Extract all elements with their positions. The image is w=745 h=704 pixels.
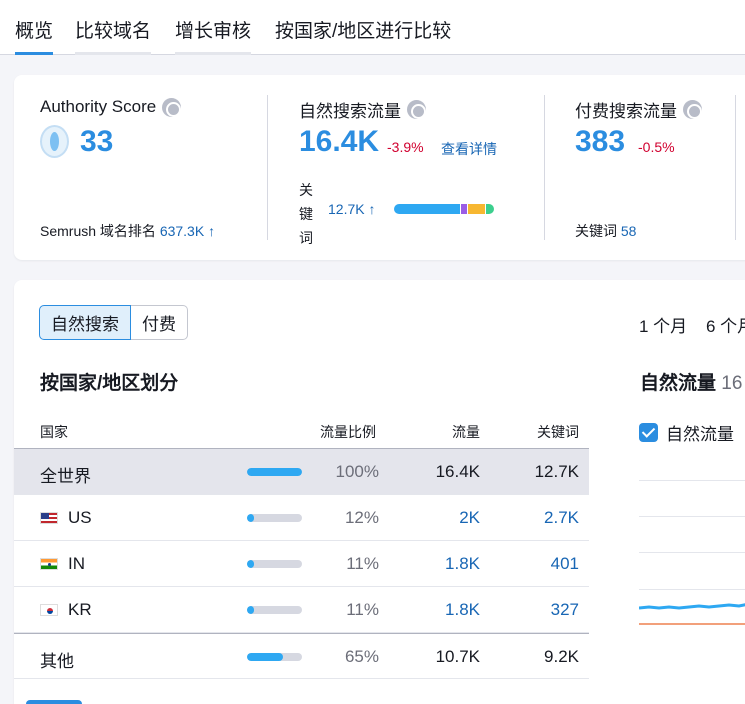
table-row[interactable]: IN 11% 1.8K 401 [14, 541, 589, 587]
table-header: 国家 流量比例 流量 关键词 [14, 410, 589, 449]
paid-traffic-label: 付费搜索流量 [575, 97, 702, 122]
keyword-distribution-segment [394, 204, 460, 214]
keyword-distribution-bar[interactable] [394, 204, 494, 214]
traffic-value[interactable]: 1.8K [445, 554, 480, 574]
chart-title: 自然流量 16 [640, 373, 743, 394]
semrush-rank-value[interactable]: 637.3K ↑ [160, 223, 215, 239]
traffic-value[interactable]: 1.8K [445, 600, 480, 620]
country-name: IN [40, 554, 85, 574]
share-bar [247, 560, 302, 568]
legend-label: 自然流量 [666, 425, 734, 444]
table-row[interactable]: 其他 65% 10.7K 9.2K [14, 633, 589, 679]
grid-line [639, 480, 745, 481]
share-percent: 11% [346, 554, 379, 573]
flag-us-icon [40, 512, 58, 524]
paid-keywords: 关键词 58 [575, 223, 637, 239]
share-bar-fill [247, 560, 254, 568]
table-row[interactable]: KR 11% 1.8K 327 [14, 587, 589, 633]
globe-icon[interactable] [407, 100, 426, 119]
organic-toggle-button[interactable]: 自然搜索 [39, 305, 131, 340]
share-bar [247, 653, 302, 661]
tab-compare-by-country[interactable]: 按国家/地区进行比较 [275, 16, 451, 55]
share-bar [247, 606, 302, 614]
country-name: 其他 [40, 647, 74, 672]
organic-keywords-value[interactable]: 12.7K ↑ [328, 201, 375, 217]
col-keywords: 关键词 [537, 424, 579, 440]
keyword-distribution-segment [467, 204, 486, 214]
country-name: US [40, 508, 92, 528]
keywords-value[interactable]: 401 [551, 554, 579, 574]
share-percent: 11% [346, 600, 379, 619]
traffic-value: 10.7K [435, 647, 480, 666]
flag-kr-icon [40, 604, 58, 616]
grid-line [639, 516, 745, 517]
share-bar [247, 514, 302, 522]
share-bar-fill [247, 606, 254, 614]
country-name: 全世界 [40, 462, 91, 487]
flag-in-icon [40, 558, 58, 570]
traffic-by-country-card: 自然搜索 付费 1 个月 6 个月 按国家/地区划分 自然流量 16 国家 流量… [14, 280, 745, 704]
share-bar [247, 468, 302, 476]
country-name: KR [40, 600, 92, 620]
share-bar-fill [247, 514, 254, 522]
grid-line [639, 552, 745, 553]
section-title: 按国家/地区划分 [40, 373, 179, 394]
country-label: 全世界 [40, 467, 91, 486]
view-details-link[interactable]: 查看详情 [441, 139, 497, 159]
semrush-rank: Semrush 域名排名 637.3K ↑ [40, 223, 216, 239]
tab-growth-report[interactable]: 增长审核 [175, 16, 252, 55]
table-row[interactable]: US 12% 2K 2.7K [14, 495, 589, 541]
authority-score-icon [40, 125, 69, 158]
keywords-value: 9.2K [544, 647, 579, 666]
country-label: 其他 [40, 652, 74, 671]
col-share: 流量比例 [320, 424, 376, 440]
organic-keywords-label: 关键词 [299, 182, 313, 246]
paid-toggle-button[interactable]: 付费 [131, 305, 188, 340]
organic-traffic-line [639, 603, 745, 610]
organic-traffic-chart[interactable] [639, 590, 745, 630]
country-label: IN [68, 554, 85, 573]
authority-score-label: Authority Score [40, 97, 182, 117]
keywords-value[interactable]: 327 [551, 600, 579, 620]
table-row[interactable]: 全世界 100% 16.4K 12.7K [14, 449, 589, 495]
divider [735, 95, 736, 240]
chart-legend[interactable]: 自然流量 [639, 420, 734, 445]
share-bar-fill [247, 468, 302, 476]
share-percent: 65% [344, 647, 379, 666]
tab-compare-domains[interactable]: 比较域名 [75, 16, 152, 55]
country-label: KR [68, 600, 92, 619]
globe-icon[interactable] [683, 100, 702, 119]
period-1-month[interactable]: 1 个月 [639, 312, 687, 337]
tab-bar: 概览 比较域名 增长审核 按国家/地区进行比较 [0, 0, 745, 55]
tab-overview[interactable]: 概览 [15, 16, 54, 55]
country-label: US [68, 508, 92, 527]
divider [544, 95, 545, 240]
period-6-months[interactable]: 6 个月 [706, 312, 745, 337]
paid-traffic-value[interactable]: 383 [575, 125, 625, 159]
country-table: 国家 流量比例 流量 关键词 全世界 100% 16.4K 12.7K US 12% 2K 2… [14, 410, 589, 679]
checkbox-checked-icon[interactable] [639, 423, 658, 442]
keywords-value: 12.7K [534, 462, 579, 481]
view-full-report-button[interactable] [26, 700, 82, 704]
share-percent: 100% [335, 462, 379, 481]
organic-traffic-value[interactable]: 16.4K [299, 125, 379, 159]
authority-score-value[interactable]: 33 [80, 125, 113, 159]
paid-traffic-delta: -0.5% [638, 139, 675, 155]
share-percent: 12% [344, 508, 379, 527]
keyword-distribution-segment [460, 204, 467, 214]
globe-icon[interactable] [162, 97, 182, 117]
share-bar-fill [247, 653, 283, 661]
divider [267, 95, 268, 240]
keywords-value[interactable]: 2.7K [544, 508, 579, 528]
traffic-type-toggle: 自然搜索 付费 [39, 305, 188, 340]
keyword-distribution-segment [486, 204, 494, 214]
col-country: 国家 [40, 424, 68, 440]
summary-card: Authority Score 33 Semrush 域名排名 637.3K ↑… [14, 75, 745, 260]
traffic-value: 16.4K [435, 462, 480, 481]
organic-traffic-delta: -3.9% [387, 139, 424, 155]
organic-traffic-label: 自然搜索流量 [299, 97, 426, 122]
col-traffic: 流量 [452, 424, 480, 440]
traffic-value[interactable]: 2K [459, 508, 480, 528]
paid-keywords-value[interactable]: 58 [621, 223, 637, 239]
